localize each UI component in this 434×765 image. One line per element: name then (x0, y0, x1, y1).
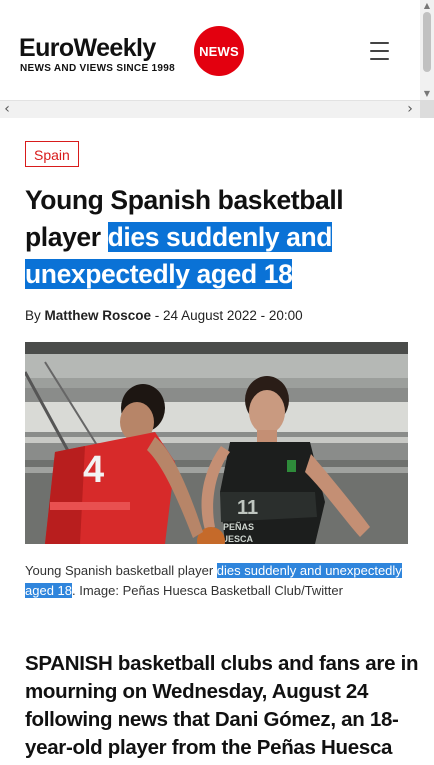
jersey-number-left: 4 (83, 449, 104, 491)
site-logo[interactable]: EuroWeekly (19, 36, 156, 61)
vertical-scrollbar[interactable]: ▲ ▼ (420, 0, 434, 100)
article-headline: Young Spanish basketball player dies sud… (25, 182, 415, 293)
scroll-up-arrow-icon[interactable]: ▲ (420, 0, 434, 12)
author-link[interactable]: Matthew Roscoe (45, 308, 152, 323)
horizontal-scrollbar[interactable]: ‹ › (0, 100, 420, 118)
publish-date: - 24 August 2022 - 20:00 (151, 308, 303, 323)
article-lead-paragraph: SPANISH basketball clubs and fans are in… (25, 652, 419, 759)
jersey-text-right-1: PEÑAS (223, 522, 254, 532)
caption-text: Young Spanish basketball player (25, 563, 217, 578)
article-byline: By Matthew Roscoe - 24 August 2022 - 20:… (25, 308, 303, 323)
article-image: 11 PEÑAS HUESCA 4 (25, 342, 408, 544)
jersey-number-right: 11 (237, 497, 258, 519)
logo-news-badge[interactable]: NEWS (194, 26, 244, 76)
caption-credit: . Image: Peñas Huesca Basketball Club/Tw… (72, 583, 343, 598)
site-tagline: NEWS AND VIEWS SINCE 1998 (20, 63, 175, 74)
scroll-down-arrow-icon[interactable]: ▼ (420, 88, 434, 100)
hamburger-icon[interactable] (368, 40, 392, 62)
scroll-right-arrow-icon[interactable]: › (403, 101, 417, 118)
scroll-left-arrow-icon[interactable]: ‹ (0, 101, 14, 118)
category-tag[interactable]: Spain (25, 141, 79, 167)
scrollbar-corner (420, 100, 434, 118)
basketball-photo: 11 PEÑAS HUESCA 4 (25, 342, 408, 544)
site-header: EuroWeekly NEWS NEWS AND VIEWS SINCE 199… (0, 0, 420, 101)
byline-prefix: By (25, 308, 45, 323)
image-caption: Young Spanish basketball player dies sud… (25, 561, 410, 601)
vertical-scroll-thumb[interactable] (423, 12, 431, 72)
